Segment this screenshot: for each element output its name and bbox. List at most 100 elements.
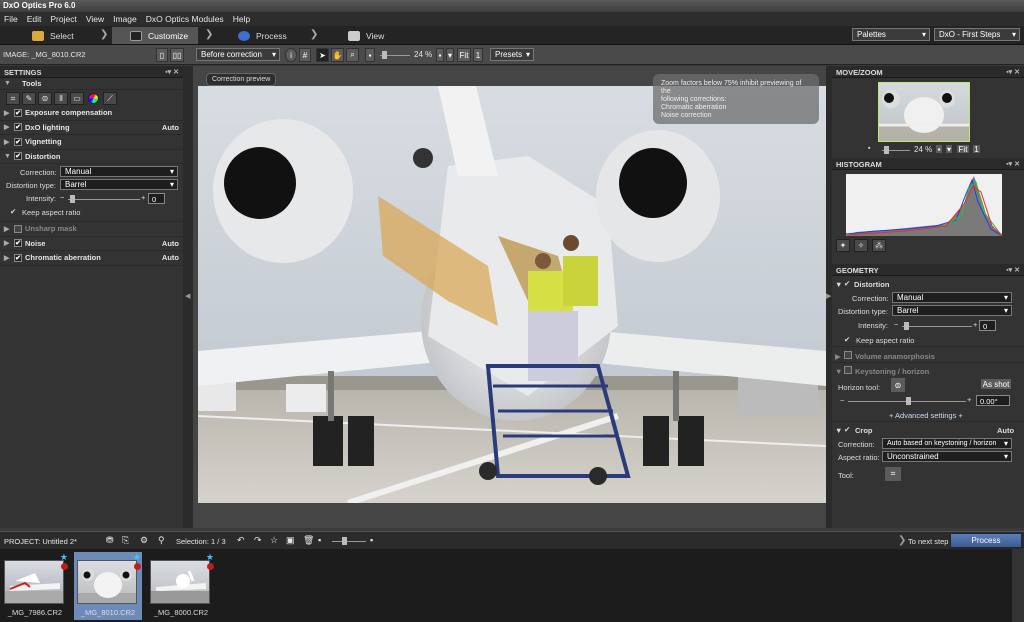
tools-section[interactable]: ▼ Tools: [0, 78, 183, 90]
checkmark-icon[interactable]: ✔: [844, 279, 850, 288]
one-to-one-button[interactable]: 1: [473, 48, 483, 62]
crop-icon[interactable]: ⌗: [6, 92, 20, 105]
slider-knob[interactable]: [904, 322, 909, 330]
panel-controls-icon[interactable]: ▪▾ ✕: [165, 68, 179, 76]
minus-icon[interactable]: −: [840, 396, 844, 405]
correction-preview-label[interactable]: Correction preview: [206, 73, 277, 86]
filter-icon[interactable]: ⛃: [106, 535, 114, 546]
intensity-input[interactable]: 0: [148, 193, 165, 204]
checkbox[interactable]: ✔: [14, 123, 22, 132]
checkbox[interactable]: [14, 224, 22, 233]
tab-process[interactable]: Process: [222, 27, 312, 44]
slider-knob[interactable]: [70, 195, 75, 203]
checkbox[interactable]: [844, 351, 852, 359]
minus-icon[interactable]: −: [60, 193, 64, 202]
compare-mode-dropdown[interactable]: Before correction: [196, 48, 280, 61]
tab-view[interactable]: View: [330, 27, 400, 44]
minus-icon[interactable]: −: [894, 320, 898, 329]
menu-file[interactable]: File: [4, 14, 18, 24]
geo-type-select[interactable]: Barrel: [892, 305, 1012, 316]
menu-image[interactable]: Image: [113, 14, 137, 24]
grid-icon[interactable]: #: [299, 48, 311, 62]
distortion-type-select[interactable]: Barrel: [60, 179, 178, 190]
distortion-correction-select[interactable]: Manual: [60, 166, 178, 177]
zoom-in-icon[interactable]: ▪: [370, 535, 373, 545]
checkbox[interactable]: ✔: [14, 239, 22, 248]
setting-exposure[interactable]: ▶ ✔ Exposure compensation: [0, 106, 183, 121]
crop-tool-icon[interactable]: ⌗: [884, 466, 902, 482]
geo-intensity-input[interactable]: 0: [979, 320, 996, 331]
collapse-right-icon[interactable]: ▶: [826, 292, 831, 300]
checkbox[interactable]: [844, 366, 852, 374]
menu-dxo-modules[interactable]: DxO Optics Modules: [146, 14, 224, 24]
intensity-slider[interactable]: [68, 195, 140, 203]
left-collapse-bar[interactable]: ◀: [183, 66, 193, 528]
rotate-right-icon[interactable]: ↷: [254, 535, 262, 546]
checkbox[interactable]: ✔: [14, 152, 22, 161]
photo-airplane[interactable]: [198, 86, 826, 503]
picker-icon[interactable]: ⟋: [103, 92, 117, 105]
slider-knob[interactable]: [906, 397, 911, 405]
filmstrip-scrollbar[interactable]: [1012, 549, 1024, 622]
zoom-in-icon[interactable]: ▪: [436, 48, 444, 62]
film-thumb[interactable]: ★ _MG_8000.CR2: [147, 552, 215, 620]
setting-distortion[interactable]: ▼ ✔ Distortion: [0, 150, 183, 164]
zoom-menu-icon[interactable]: ▾: [446, 48, 454, 62]
zoom-slider[interactable]: [380, 51, 410, 59]
plus-icon[interactable]: +: [141, 193, 145, 202]
thumb-size-slider[interactable]: [332, 537, 366, 545]
export-icon[interactable]: ⎘: [122, 535, 129, 546]
highlight-clip-icon[interactable]: ✦: [836, 239, 850, 252]
zoom-slider-knob[interactable]: [382, 51, 387, 59]
crop-correction-select[interactable]: Auto based on keystoning / horizon: [882, 438, 1012, 449]
workspace-preset-dropdown[interactable]: DxO - First Steps: [934, 28, 1020, 41]
horizon-angle-input[interactable]: 0.00°: [976, 395, 1010, 406]
menu-project[interactable]: Project: [50, 14, 76, 24]
advanced-settings-link[interactable]: + Advanced settings +: [889, 411, 963, 420]
collapse-left-icon[interactable]: ◀: [185, 292, 190, 300]
palettes-dropdown[interactable]: Palettes: [852, 28, 930, 41]
pin-icon[interactable]: ⚲: [158, 535, 165, 546]
horizon-tool-icon[interactable]: ⊜: [890, 377, 906, 393]
fit-button[interactable]: Fit: [457, 48, 471, 62]
horizon-icon[interactable]: ⊜: [38, 92, 52, 105]
film-thumb[interactable]: ★ _MG_7986.CR2: [1, 552, 69, 620]
zoom-in-icon[interactable]: ▪: [935, 144, 943, 154]
setting-chromatic-aberration[interactable]: ▶ ✔ Chromatic aberration Auto: [0, 251, 183, 266]
one-to-one-button[interactable]: 1: [972, 144, 981, 154]
rectangle-icon[interactable]: ▭: [70, 92, 84, 105]
setting-dxo-lighting[interactable]: ▶ ✔ DxO lighting Auto: [0, 121, 183, 135]
fit-button[interactable]: Fit: [956, 144, 970, 154]
checkmark-icon[interactable]: ✔: [844, 425, 850, 434]
presets-dropdown[interactable]: Presets: [490, 48, 534, 61]
chevron-down-icon[interactable]: ▼: [835, 367, 842, 376]
aspect-ratio-select[interactable]: Unconstrained: [882, 451, 1012, 462]
hand-icon[interactable]: ✋: [331, 48, 344, 62]
geo-correction-select[interactable]: Manual: [892, 292, 1012, 303]
shadow-clip-icon[interactable]: ✧: [854, 239, 868, 252]
zoom-out-icon[interactable]: ▪: [318, 535, 321, 545]
plus-icon[interactable]: +: [967, 395, 971, 404]
navigator-thumbnail[interactable]: [878, 82, 970, 142]
menu-edit[interactable]: Edit: [27, 14, 42, 24]
histogram-mode-icon[interactable]: ⁂: [872, 239, 886, 252]
slider-knob[interactable]: [884, 146, 889, 154]
checkbox[interactable]: ✔: [14, 108, 22, 117]
checkmark-icon[interactable]: ✔: [10, 207, 16, 216]
panel-controls-icon[interactable]: ▪▾ ✕: [1006, 68, 1020, 76]
geo-intensity-slider[interactable]: [902, 322, 972, 330]
info-icon[interactable]: i: [285, 48, 297, 62]
next-step-link[interactable]: To next step: [908, 537, 948, 546]
vertical-lines-icon[interactable]: ⫴: [54, 92, 68, 105]
zoom-icon[interactable]: ⌕: [346, 48, 359, 62]
zoom-out-icon[interactable]: ▪: [868, 145, 870, 152]
tab-select[interactable]: Select: [0, 27, 110, 44]
menu-help[interactable]: Help: [233, 14, 250, 24]
chevron-down-icon[interactable]: ▼: [835, 280, 842, 289]
copy-icon[interactable]: ▣: [286, 535, 295, 546]
eraser-icon[interactable]: ✎: [22, 92, 36, 105]
compare-view-icon[interactable]: ▯▯: [170, 48, 184, 62]
setting-vignetting[interactable]: ▶ ✔ Vignetting: [0, 135, 183, 150]
slider-knob[interactable]: [342, 537, 347, 545]
checkmark-icon[interactable]: ✔: [844, 335, 850, 344]
